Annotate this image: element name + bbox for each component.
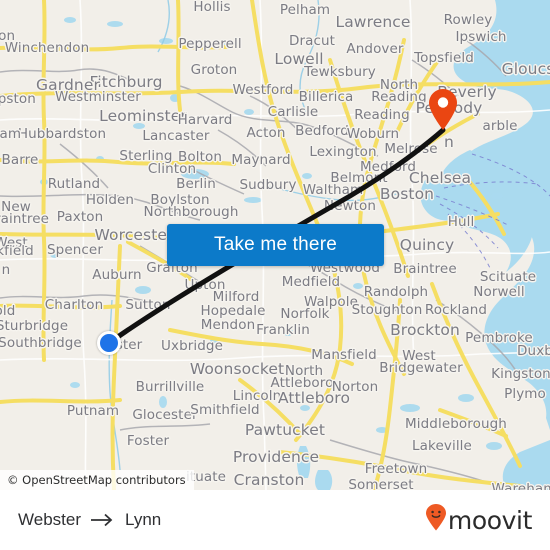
moovit-wordmark: moovit (447, 505, 532, 535)
trip-origin-label: Webster (18, 510, 81, 529)
moovit-logo[interactable]: moovit (425, 504, 532, 536)
footer-bar: Webster Lynn moovit (0, 490, 550, 550)
moovit-pin-icon (425, 504, 447, 536)
attribution-text: © OpenStreetMap contributors (7, 473, 186, 487)
moovit-trip-map-screen: Hollis Pelham Lawrence Rowley Pepperell Dracu… (0, 0, 550, 550)
destination-marker-lynn[interactable] (428, 89, 458, 131)
trip-destination-label: Lynn (125, 510, 162, 529)
map-attribution[interactable]: © OpenStreetMap contributors (0, 470, 194, 490)
take-me-there-button[interactable]: Take me there (167, 224, 384, 266)
arrow-right-icon (90, 513, 116, 527)
trip-summary: Webster Lynn (18, 510, 161, 530)
map-viewport[interactable]: Hollis Pelham Lawrence Rowley Pepperell Dracu… (0, 0, 550, 490)
origin-marker-webster[interactable] (97, 331, 121, 355)
